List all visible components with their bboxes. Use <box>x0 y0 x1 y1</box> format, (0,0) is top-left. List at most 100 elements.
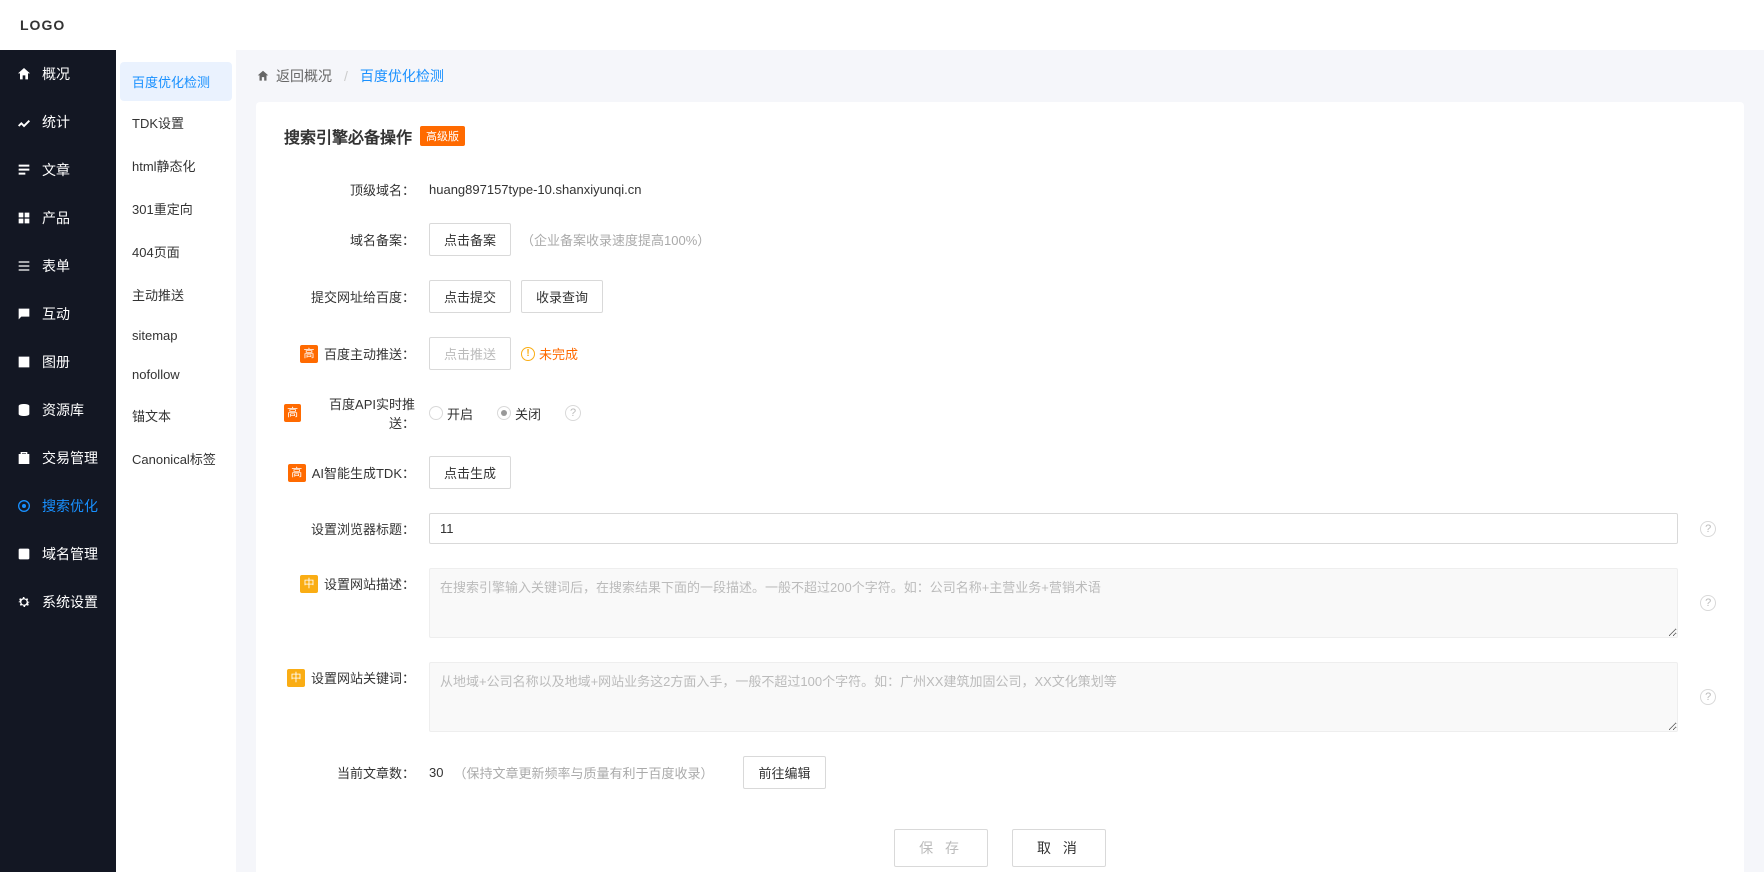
nav-label: 交易管理 <box>42 448 98 468</box>
panel-title: 搜索引擎必备操作 <box>284 124 412 148</box>
nav-product[interactable]: 产品 <box>0 194 116 242</box>
db-icon <box>16 402 32 418</box>
breadcrumb-back-text: 返回概况 <box>276 66 332 86</box>
radio-api-close[interactable]: 关闭 <box>497 404 541 423</box>
row-domain: 顶级域名： huang897157type-10.shanxiyunqi.cn <box>284 180 1716 199</box>
row-browser-title: 设置浏览器标题： ? <box>284 513 1716 544</box>
btn-goto-edit[interactable]: 前往编辑 <box>743 756 825 789</box>
btn-record[interactable]: 点击备案 <box>429 223 511 256</box>
sub-tdk[interactable]: TDK设置 <box>116 101 236 144</box>
input-browser-title[interactable] <box>429 513 1678 544</box>
label-description: 设置网站描述： <box>324 574 415 593</box>
sub-sitemap[interactable]: sitemap <box>116 316 236 355</box>
doc-icon <box>16 162 32 178</box>
btn-ai-tdk[interactable]: 点击生成 <box>429 456 511 489</box>
label-api: 百度API实时推送： <box>307 394 415 432</box>
row-submit: 提交网址给百度： 点击提交 收录查询 <box>284 280 1716 313</box>
radio-circle <box>497 406 511 420</box>
content-area: 返回概况 / 百度优化检测 搜索引擎必备操作 高级版 顶级域名： huang89… <box>236 50 1764 872</box>
sub-nofollow[interactable]: nofollow <box>116 355 236 394</box>
breadcrumb-back[interactable]: 返回概况 <box>256 66 332 86</box>
sidebar-main: 概况 统计 文章 产品 表单 互动 图册 资源库 <box>0 50 116 872</box>
panel-title-row: 搜索引擎必备操作 高级版 <box>284 124 1716 148</box>
tag-high: 高 <box>300 345 318 363</box>
row-keywords: 中 设置网站关键词： ? <box>284 662 1716 732</box>
row-ai-tdk: 高 AI智能生成TDK： 点击生成 <box>284 456 1716 489</box>
sub-canonical[interactable]: Canonical标签 <box>116 437 236 480</box>
label-domain: 顶级域名： <box>350 180 415 199</box>
sub-301[interactable]: 301重定向 <box>116 187 236 230</box>
hint-article: （保持文章更新频率与质量有利于百度收录） <box>453 763 713 782</box>
action-row: 保 存 取 消 <box>284 829 1716 867</box>
textarea-keywords[interactable] <box>429 662 1678 732</box>
chart-icon <box>16 114 32 130</box>
row-article-count: 当前文章数： 30 （保持文章更新频率与质量有利于百度收录） 前往编辑 <box>284 756 1716 789</box>
nav-system[interactable]: 系统设置 <box>0 578 116 626</box>
sub-static[interactable]: html静态化 <box>116 144 236 187</box>
nav-label: 概况 <box>42 64 70 84</box>
hint-record: （企业备案收录速度提高100%） <box>521 230 710 249</box>
nav-resource[interactable]: 资源库 <box>0 386 116 434</box>
warn-push: ! 未完成 <box>521 344 578 363</box>
help-description[interactable]: ? <box>1700 595 1716 611</box>
nav-domain[interactable]: 域名管理 <box>0 530 116 578</box>
nav-label: 系统设置 <box>42 592 98 612</box>
breadcrumb-current: 百度优化检测 <box>360 66 444 86</box>
warn-icon: ! <box>521 347 535 361</box>
radio-api-open[interactable]: 开启 <box>429 404 473 423</box>
save-button[interactable]: 保 存 <box>894 829 988 867</box>
value-article-count: 30 <box>429 765 443 780</box>
cancel-button[interactable]: 取 消 <box>1012 829 1106 867</box>
label-ai-tdk: AI智能生成TDK： <box>312 463 415 482</box>
nav-gallery[interactable]: 图册 <box>0 338 116 386</box>
help-api[interactable]: ? <box>565 405 581 421</box>
tag-high: 高 <box>288 464 306 482</box>
nav-label: 域名管理 <box>42 544 98 564</box>
panel-main: 搜索引擎必备操作 高级版 顶级域名： huang897157type-10.sh… <box>256 102 1744 872</box>
label-browser-title: 设置浏览器标题： <box>311 519 415 538</box>
textarea-description[interactable] <box>429 568 1678 638</box>
btn-submit[interactable]: 点击提交 <box>429 280 511 313</box>
sub-anchor[interactable]: 锚文本 <box>116 394 236 437</box>
chat-icon <box>16 306 32 322</box>
sub-404[interactable]: 404页面 <box>116 230 236 273</box>
label-submit: 提交网址给百度： <box>311 287 415 306</box>
nav-label: 互动 <box>42 304 70 324</box>
nav-label: 文章 <box>42 160 70 180</box>
nav-form[interactable]: 表单 <box>0 242 116 290</box>
btn-push[interactable]: 点击推送 <box>429 337 511 370</box>
breadcrumb: 返回概况 / 百度优化检测 <box>256 50 1744 102</box>
label-keywords: 设置网站关键词： <box>311 668 415 687</box>
breadcrumb-sep: / <box>344 68 348 84</box>
sidebar-sub: 百度优化检测 TDK设置 html静态化 301重定向 404页面 主动推送 s… <box>116 50 236 872</box>
nav-seo[interactable]: 搜索优化 <box>0 482 116 530</box>
tag-mid: 中 <box>300 575 318 593</box>
btn-query[interactable]: 收录查询 <box>521 280 603 313</box>
nav-label: 产品 <box>42 208 70 228</box>
logo: LOGO <box>20 17 65 33</box>
row-api: 高 百度API实时推送： 开启 关闭 ? <box>284 394 1716 432</box>
help-keywords[interactable]: ? <box>1700 689 1716 705</box>
badge-advanced: 高级版 <box>420 126 465 146</box>
nav-overview[interactable]: 概况 <box>0 50 116 98</box>
row-push: 高 百度主动推送： 点击推送 ! 未完成 <box>284 337 1716 370</box>
nav-label: 搜索优化 <box>42 496 98 516</box>
sub-push[interactable]: 主动推送 <box>116 273 236 316</box>
nav-trade[interactable]: 交易管理 <box>0 434 116 482</box>
nav-interact[interactable]: 互动 <box>0 290 116 338</box>
help-browser-title[interactable]: ? <box>1700 521 1716 537</box>
warn-text: 未完成 <box>539 344 578 363</box>
value-domain: huang897157type-10.shanxiyunqi.cn <box>429 182 642 197</box>
nav-article[interactable]: 文章 <box>0 146 116 194</box>
nav-label: 图册 <box>42 352 70 372</box>
row-record: 域名备案： 点击备案 （企业备案收录速度提高100%） <box>284 223 1716 256</box>
tag-mid: 中 <box>287 669 305 687</box>
label-push: 百度主动推送： <box>324 344 415 363</box>
nav-label: 统计 <box>42 112 70 132</box>
row-description: 中 设置网站描述： ? <box>284 568 1716 638</box>
nav-stats[interactable]: 统计 <box>0 98 116 146</box>
radio-circle <box>429 406 443 420</box>
nav-label: 资源库 <box>42 400 84 420</box>
label-article-count: 当前文章数： <box>337 763 415 782</box>
sub-baidu-check[interactable]: 百度优化检测 <box>120 62 232 101</box>
